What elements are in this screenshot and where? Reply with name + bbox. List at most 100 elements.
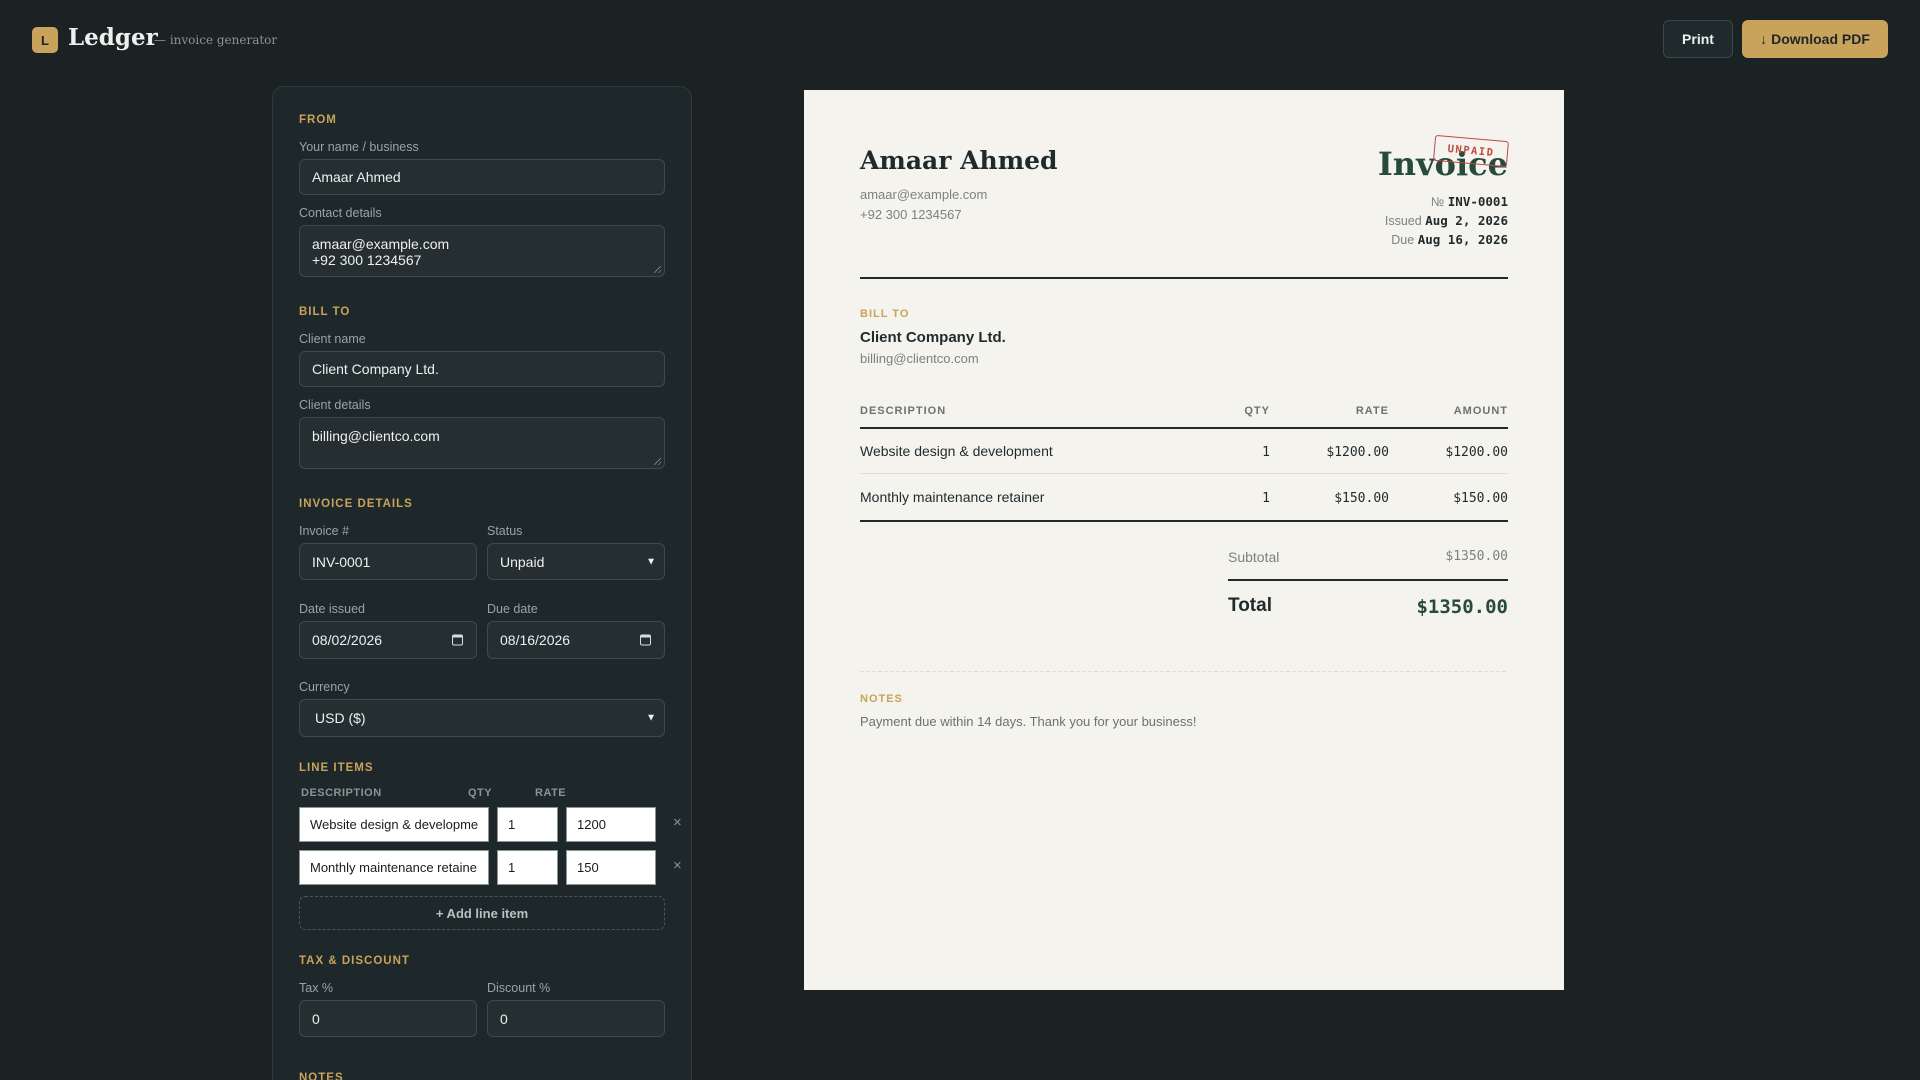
issued-meta: Issued Aug 2, 2026 [1385,213,1508,228]
issued-meta-value: Aug 2, 2026 [1425,213,1508,228]
print-button[interactable]: Print [1663,20,1733,58]
invoice-number-input[interactable]: INV-0001 [299,543,477,580]
line-item-qty-input[interactable]: 1 [497,807,558,842]
row-amount: $150.00 [1453,491,1508,506]
client-name-label: Client name [299,332,366,346]
invoice-form-panel: FROM Your name / business Amaar Ahmed Co… [272,86,692,1080]
invoice-from-contact: amaar@example.com +92 300 1234567 [860,187,988,222]
contact-text: amaar@example.com +92 300 1234567 [312,236,450,268]
line-item-rate-input[interactable]: 1200 [566,807,656,842]
discount-input[interactable]: 0 [487,1000,665,1037]
invoice-preview: Amaar Ahmed amaar@example.com +92 300 12… [804,90,1564,990]
due-meta-value: Aug 16, 2026 [1417,232,1508,247]
table-header-rate: RATE [1355,405,1389,417]
table-header-amount: AMOUNT [1453,405,1508,417]
section-line-items: LINE ITEMS [299,762,374,774]
due-meta-label: Due [1391,233,1415,247]
chevron-down-icon: ▼ [646,712,656,724]
tax-label: Tax % [299,981,334,995]
total-divider [1228,579,1508,581]
col-qty: QTY [468,787,493,799]
row-amount: $1200.00 [1445,445,1508,460]
row-qty: 1 [1262,491,1270,506]
table-header-divider [860,427,1508,429]
col-rate: RATE [535,787,567,799]
col-description: DESCRIPTION [301,787,382,799]
chevron-down-icon: ▼ [646,556,656,567]
invoice-number-label: Invoice # [299,524,350,538]
row-qty: 1 [1262,445,1270,460]
notes-divider [860,671,1508,672]
due-date-label: Due date [487,602,538,616]
section-notes: NOTES [299,1072,344,1080]
invoice-number-meta-label: № [1430,195,1445,209]
due-date-value: 08/16/2026 [500,632,571,648]
subtotal-value: $1350.00 [1445,549,1508,564]
row-description: Website design & development [860,443,1053,459]
row-divider [860,473,1508,474]
status-label: Status [487,524,523,538]
currency-select-value: USD ($) [315,710,366,726]
due-meta: Due Aug 16, 2026 [1391,232,1508,247]
section-tax-discount: TAX & DISCOUNT [299,955,410,967]
row-description: Monthly maintenance retainer [860,489,1045,505]
total-label: Total [1228,595,1272,616]
table-header-qty: QTY [1244,405,1270,417]
name-label: Your name / business [299,140,419,154]
notes-text: Payment due within 14 days. Thank you fo… [860,714,1197,729]
row-rate: $150.00 [1334,491,1389,506]
total-value: $1350.00 [1416,596,1508,618]
invoice-number-meta: № INV-0001 [1431,194,1508,209]
brand-name: Ledger [68,24,158,51]
logo-icon: L [32,27,58,53]
tax-input[interactable]: 0 [299,1000,477,1037]
row-rate: $1200.00 [1326,445,1389,460]
line-item-qty-input[interactable]: 1 [497,850,558,885]
header-divider [860,277,1508,279]
section-invoice-details: INVOICE DETAILS [299,498,413,510]
currency-select[interactable]: USD ($) ▼ [299,699,665,737]
date-issued-label: Date issued [299,602,366,616]
table-header-description: DESCRIPTION [860,405,947,417]
notes-heading: NOTES [860,693,903,705]
client-name-input[interactable]: Client Company Ltd. [299,351,665,387]
invoice-client-name: Client Company Ltd. [860,329,1006,346]
remove-line-item-icon[interactable]: × [673,857,682,874]
subtotal-label: Subtotal [1228,549,1280,565]
invoice-from-name: Amaar Ahmed [860,146,1058,175]
remove-line-item-icon[interactable]: × [673,814,682,831]
contact-label: Contact details [299,206,382,220]
section-from: FROM [299,114,337,126]
invoice-client-email: billing@clientco.com [860,351,979,366]
add-line-item-button[interactable]: + Add line item [299,896,665,930]
calendar-icon[interactable] [452,634,463,646]
client-details-label: Client details [299,398,371,412]
section-bill-to: BILL TO [299,306,351,318]
status-select[interactable]: Unpaid ▼ [487,543,665,580]
client-details-textarea[interactable]: billing@clientco.com [299,417,665,469]
line-item-description-input[interactable]: Monthly maintenance retaine [299,850,489,885]
resize-handle-icon[interactable] [654,458,661,465]
bill-to-heading: BILL TO [860,308,910,320]
calendar-icon[interactable] [640,634,651,646]
resize-handle-icon[interactable] [654,266,661,273]
issued-meta-label: Issued [1384,214,1422,228]
client-details-text: billing@clientco.com [312,428,440,444]
currency-label: Currency [299,680,350,694]
table-bottom-divider [860,520,1508,522]
top-bar: L Ledger — invoice generator Print ↓ Dow… [0,0,1920,80]
download-pdf-label: Download PDF [1771,31,1870,47]
arrow-down-icon: ↓ [1760,31,1768,47]
due-date-input[interactable]: 08/16/2026 [487,621,665,659]
line-item-rate-input[interactable]: 150 [566,850,656,885]
date-issued-value: 08/02/2026 [312,632,383,648]
invoice-number-meta-value: INV-0001 [1447,194,1508,209]
date-issued-input[interactable]: 08/02/2026 [299,621,477,659]
contact-textarea[interactable]: amaar@example.com +92 300 1234567 [299,225,665,277]
line-item-description-input[interactable]: Website design & developme [299,807,489,842]
download-pdf-button[interactable]: ↓ Download PDF [1742,20,1888,58]
name-input[interactable]: Amaar Ahmed [299,159,665,195]
status-select-value: Unpaid [500,553,545,570]
brand-tagline: — invoice generator [154,33,278,47]
discount-label: Discount % [487,981,551,995]
